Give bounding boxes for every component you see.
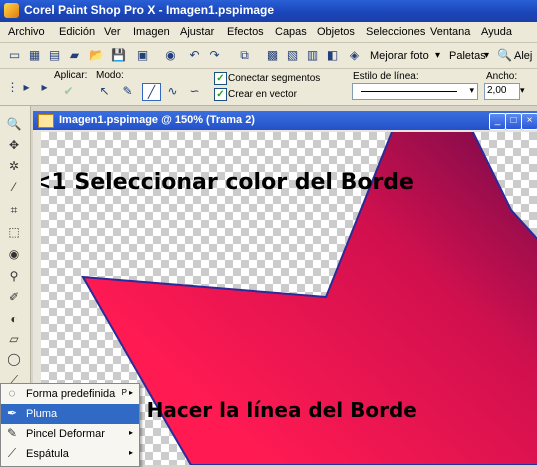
menu-ver[interactable]: Ver <box>104 26 121 38</box>
tool-options-bar: ⋮ ▸ ▸ Aplicar: ✔ Modo: ↖ ✎ ╱ ∿ ∽ ✓ Conec… <box>0 69 537 106</box>
eraser-tool-icon[interactable]: ▱ <box>5 330 23 348</box>
minimize-button[interactable]: _ <box>489 113 506 130</box>
polyline-mode-icon[interactable]: ∿ <box>164 83 181 99</box>
color-icon[interactable]: ◧ <box>324 47 341 63</box>
flyout-item-pincel-deformar[interactable]: ✎ Pincel Deformar ▸ <box>1 424 139 444</box>
flyout-item-pluma[interactable]: ✒ Pluma <box>1 404 139 424</box>
freehand-mode-icon[interactable]: ∽ <box>186 83 203 99</box>
enhance-photo-button[interactable]: Mejorar foto <box>370 50 429 62</box>
submenu-arrow-icon: ▸ <box>128 388 133 397</box>
enhance-photo-dropdown-icon[interactable]: ▾ <box>435 50 440 61</box>
title-bar: Corel Paint Shop Pro X - Imagen1.pspimag… <box>0 0 537 22</box>
browse-icon[interactable]: ▩ <box>264 47 281 63</box>
warp-brush-icon: ✎ <box>6 426 18 440</box>
create-vector-checkbox[interactable]: ✓ <box>214 88 227 101</box>
scan-icon[interactable]: ▤ <box>46 47 63 63</box>
image-icon[interactable]: ▧ <box>284 47 301 63</box>
menu-edicion[interactable]: Edición <box>59 26 95 38</box>
create-vector-label: Crear en vector <box>228 89 297 100</box>
menu-ayuda[interactable]: Ayuda <box>481 26 512 38</box>
line-mode-icon[interactable]: ╱ <box>142 83 161 101</box>
print-icon[interactable]: ▣ <box>134 47 151 63</box>
zoom-out-label[interactable]: Alej <box>514 50 532 62</box>
clone-tool-icon[interactable]: ⚲ <box>5 267 23 285</box>
crop-tool-icon[interactable]: ⌗ <box>5 201 23 219</box>
presets-icon[interactable]: ▸ <box>18 79 35 95</box>
menu-archivo[interactable]: Archivo <box>8 26 45 38</box>
flyout-item-label: Pincel Deformar <box>26 428 105 440</box>
apply-label: Aplicar: <box>54 70 88 81</box>
flyout-item-forma-predefinida[interactable]: ◌ Forma predefinida P ▸ <box>1 384 139 404</box>
palette-knife-icon: ⟋ <box>7 446 17 460</box>
new-image-icon[interactable]: ▦ <box>26 47 43 63</box>
ring-tool-icon[interactable]: ◯ <box>5 350 23 368</box>
document-titlebar: Imagen1.pspimage @ 150% (Trama 2) _ □ × <box>33 111 537 130</box>
enhance-photo-icon[interactable]: ◈ <box>346 47 363 63</box>
submenu-arrow-icon: ▸ <box>128 448 133 457</box>
zoom-tool-icon[interactable]: 🔍 <box>5 115 23 133</box>
line-style-dropdown-icon[interactable]: ▾ <box>469 85 474 96</box>
document-icon <box>38 114 54 128</box>
flyout-item-label: Forma predefinida <box>26 388 116 400</box>
menu-bar: Archivo Edición Ver Imagen Ajustar Efect… <box>0 22 537 43</box>
selection-tool-icon[interactable]: ⬚ <box>5 223 23 241</box>
menu-objetos[interactable]: Objetos <box>317 26 355 38</box>
line-style-label: Estilo de línea: <box>353 71 419 82</box>
line-style-select[interactable]: ▾ <box>352 83 478 100</box>
annotation-step2: <2 Hacer la línea del Borde <box>109 398 417 422</box>
annotation-step1: <1 Seleccionar color del Borde <box>41 170 414 195</box>
close-button[interactable]: × <box>521 113 537 130</box>
apply-icon[interactable]: ✔ <box>60 83 77 99</box>
connect-segments-checkbox[interactable]: ✓ <box>214 72 227 85</box>
standard-toolbar: ▭ ▦ ▤ ▰ 📂 💾 ▣ ◉ ↶ ↷ ⧉ ▩ ▧ ▥ ◧ ◈ Mejorar … <box>0 43 537 69</box>
open-folder-icon[interactable]: 📂 <box>88 47 105 63</box>
width-dropdown-icon[interactable]: ▾ <box>520 85 525 96</box>
width-input[interactable]: 2,00 <box>484 83 520 100</box>
menu-ajustar[interactable]: Ajustar <box>180 26 214 38</box>
app-icon <box>4 3 19 18</box>
flyout-item-espatula[interactable]: ⟋ Espátula ▸ <box>1 444 139 464</box>
move-tool-icon[interactable]: ✥ <box>5 136 23 154</box>
menu-selecciones[interactable]: Selecciones <box>366 26 425 38</box>
crop-icon[interactable]: ⧉ <box>236 47 253 63</box>
maximize-button[interactable]: □ <box>505 113 522 130</box>
menu-ventana[interactable]: Ventana <box>430 26 470 38</box>
red-eye-tool-icon[interactable]: ◉ <box>5 245 23 263</box>
save-icon[interactable]: 💾 <box>110 47 127 63</box>
palettes-dropdown-icon[interactable]: ▾ <box>484 50 489 61</box>
tool-presets-arrow-icon[interactable]: ▸ <box>36 79 53 95</box>
submenu-arrow-icon: ▸ <box>128 428 133 437</box>
open-icon[interactable]: ▰ <box>66 47 83 63</box>
preset-shape-icon: ◌ <box>8 386 16 400</box>
select-mode-icon[interactable]: ↖ <box>96 83 113 99</box>
redo-icon[interactable]: ↷ <box>206 47 223 63</box>
new-file-icon[interactable]: ▭ <box>6 47 23 63</box>
document-title: Imagen1.pspimage @ 150% (Trama 2) <box>59 114 255 126</box>
width-label: Ancho: <box>486 71 518 82</box>
disk-icon[interactable]: ◉ <box>162 47 179 63</box>
window-title: Corel Paint Shop Pro X - Imagen1.pspimag… <box>24 3 275 17</box>
connect-segments-label: Conectar segmentos <box>228 73 321 84</box>
dodge-tool-icon[interactable]: ◐ <box>5 310 23 328</box>
menu-efectos[interactable]: Efectos <box>227 26 264 38</box>
width-value: 2,00 <box>487 85 507 96</box>
menu-capas[interactable]: Capas <box>275 26 307 38</box>
pen-icon: ✒ <box>6 406 18 420</box>
paint-brush-tool-icon[interactable]: ✐ <box>5 288 23 306</box>
tool-flyout-menu: ◌ Forma predefinida P ▸ ✒ Pluma ✎ Pincel… <box>0 383 140 467</box>
flyout-item-label: Pluma <box>26 408 58 420</box>
layers-icon[interactable]: ▥ <box>304 47 321 63</box>
mode-label: Modo: <box>96 70 124 81</box>
flyout-item-shortcut: P <box>121 388 127 397</box>
undo-icon[interactable]: ↶ <box>186 47 203 63</box>
line-style-preview <box>361 91 457 92</box>
magic-wand-tool-icon[interactable]: ✲ <box>5 157 23 175</box>
zoom-out-icon[interactable]: 🔍 <box>496 47 513 63</box>
menu-imagen[interactable]: Imagen <box>133 26 170 38</box>
palettes-button[interactable]: Paletas <box>449 50 486 62</box>
flyout-item-label: Espátula <box>26 448 69 460</box>
dropper-tool-icon[interactable]: ⁄ <box>5 178 23 196</box>
pen-mode-icon[interactable]: ✎ <box>119 83 136 99</box>
